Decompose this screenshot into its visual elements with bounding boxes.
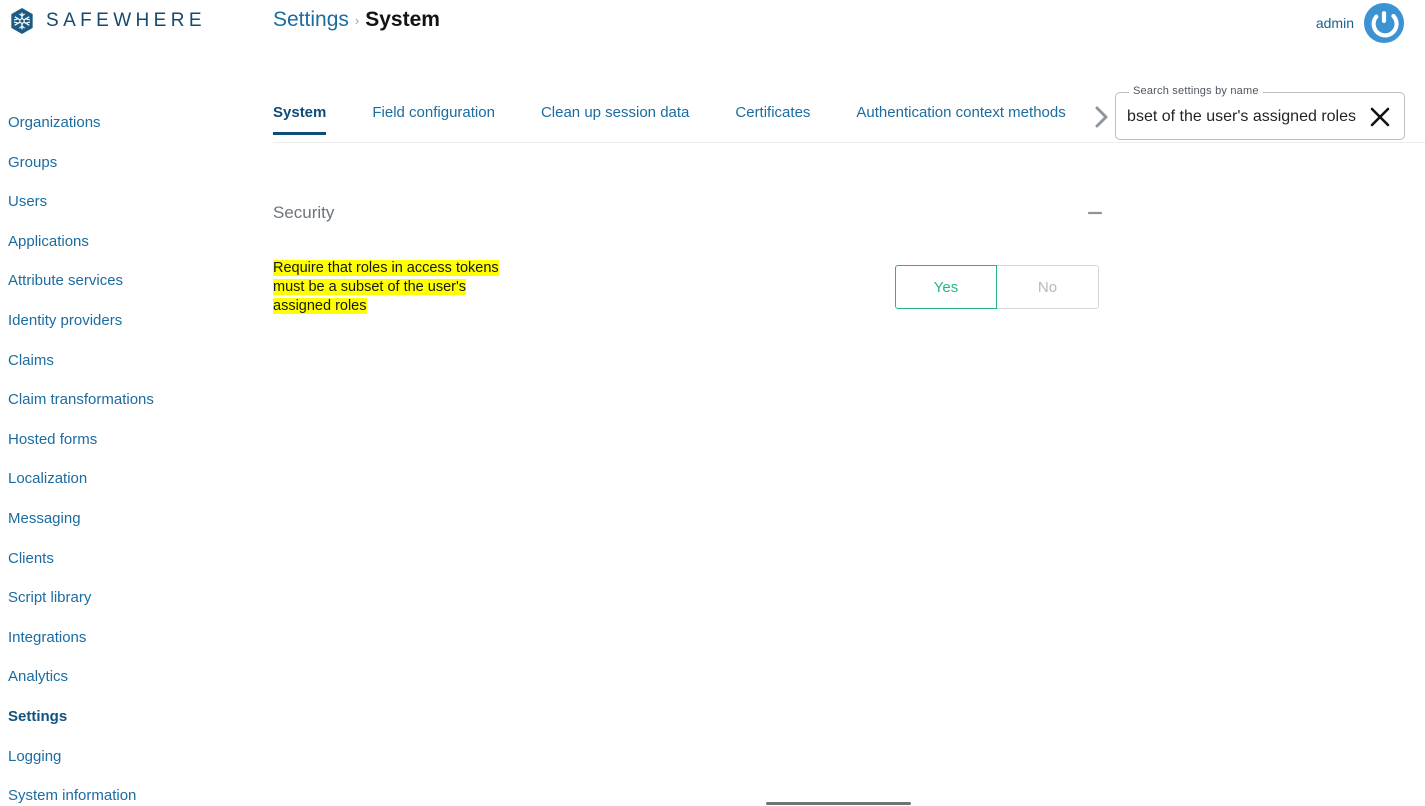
sidebar-item-localization[interactable]: Localization	[0, 464, 250, 504]
setting-label-line-2: must be a subset of the user's	[273, 279, 466, 295]
setting-row: Require that roles in access tokens must…	[273, 259, 1103, 316]
breadcrumb-current: System	[365, 8, 440, 31]
power-avatar-icon[interactable]	[1363, 2, 1405, 44]
sidebar-item-integrations[interactable]: Integrations	[0, 623, 250, 663]
sidebar-item-attribute-services[interactable]: Attribute services	[0, 266, 250, 306]
sidebar-item-groups[interactable]: Groups	[0, 148, 250, 188]
sidebar-item-hosted-forms[interactable]: Hosted forms	[0, 425, 250, 465]
setting-label: Require that roles in access tokens must…	[273, 259, 873, 316]
tab-authentication-context-methods[interactable]: Authentication context methods	[833, 104, 1085, 135]
toggle-option-yes[interactable]: Yes	[895, 265, 997, 309]
search-settings-box[interactable]: Search settings by name	[1115, 85, 1405, 140]
search-input[interactable]	[1128, 105, 1356, 129]
breadcrumb-separator: ›	[354, 13, 360, 28]
sidebar-item-organizations[interactable]: Organizations	[0, 108, 250, 148]
main-content: System Field configuration Clean up sess…	[273, 85, 1425, 316]
sidebar-item-users[interactable]: Users	[0, 187, 250, 227]
section-title: Security	[273, 203, 335, 222]
sidebar: Organizations Groups Users Applications …	[0, 108, 250, 806]
breadcrumb-parent-link[interactable]: Settings	[273, 8, 349, 32]
tab-scroll-next-button[interactable]	[1087, 100, 1115, 134]
sidebar-item-identity-providers[interactable]: Identity providers	[0, 306, 250, 346]
section-header-security[interactable]: Security	[273, 196, 1103, 230]
tab-system[interactable]: System	[273, 104, 349, 135]
horizontal-scrollbar-thumb[interactable]	[766, 802, 911, 805]
sidebar-item-logging[interactable]: Logging	[0, 742, 250, 782]
tab-bar: System Field configuration Clean up sess…	[273, 85, 1425, 144]
sidebar-item-claim-transformations[interactable]: Claim transformations	[0, 385, 250, 425]
tab-clean-up-session-data[interactable]: Clean up session data	[518, 104, 712, 135]
close-icon	[1370, 107, 1390, 127]
sidebar-item-settings[interactable]: Settings	[0, 702, 250, 742]
toggle-option-no[interactable]: No	[997, 265, 1099, 309]
app-root: SAFEWHERE Settings › System admin Organi…	[0, 0, 1425, 806]
setting-label-line-1: Require that roles in access tokens	[273, 260, 499, 276]
setting-label-line-3: assigned roles	[273, 298, 367, 314]
brand-name: SAFEWHERE	[46, 10, 206, 31]
tab-field-configuration[interactable]: Field configuration	[349, 104, 518, 135]
chevron-right-icon	[1095, 106, 1107, 128]
sidebar-item-clients[interactable]: Clients	[0, 544, 250, 584]
sidebar-item-applications[interactable]: Applications	[0, 227, 250, 267]
search-clear-button[interactable]	[1367, 104, 1393, 130]
user-area[interactable]: admin	[1316, 2, 1405, 44]
minus-glyph	[1088, 211, 1102, 215]
tabs-divider	[273, 142, 1425, 143]
top-bar: SAFEWHERE Settings › System admin	[0, 0, 1425, 56]
tab-list: System Field configuration Clean up sess…	[273, 104, 1085, 142]
yes-no-toggle-group: Yes No	[895, 265, 1099, 309]
brand-logo-area[interactable]: SAFEWHERE	[8, 7, 206, 35]
breadcrumb: Settings › System	[273, 8, 440, 32]
search-input-label: Search settings by name	[1129, 85, 1263, 97]
sidebar-item-analytics[interactable]: Analytics	[0, 662, 250, 702]
sidebar-item-system-information[interactable]: System information	[0, 781, 250, 806]
sidebar-item-messaging[interactable]: Messaging	[0, 504, 250, 544]
sidebar-item-claims[interactable]: Claims	[0, 346, 250, 386]
tab-certificates[interactable]: Certificates	[712, 104, 833, 135]
minus-icon[interactable]	[1087, 205, 1103, 221]
user-name: admin	[1315, 15, 1354, 31]
sidebar-item-script-library[interactable]: Script library	[0, 583, 250, 623]
snowflake-hexagon-logo-icon	[11, 8, 33, 34]
